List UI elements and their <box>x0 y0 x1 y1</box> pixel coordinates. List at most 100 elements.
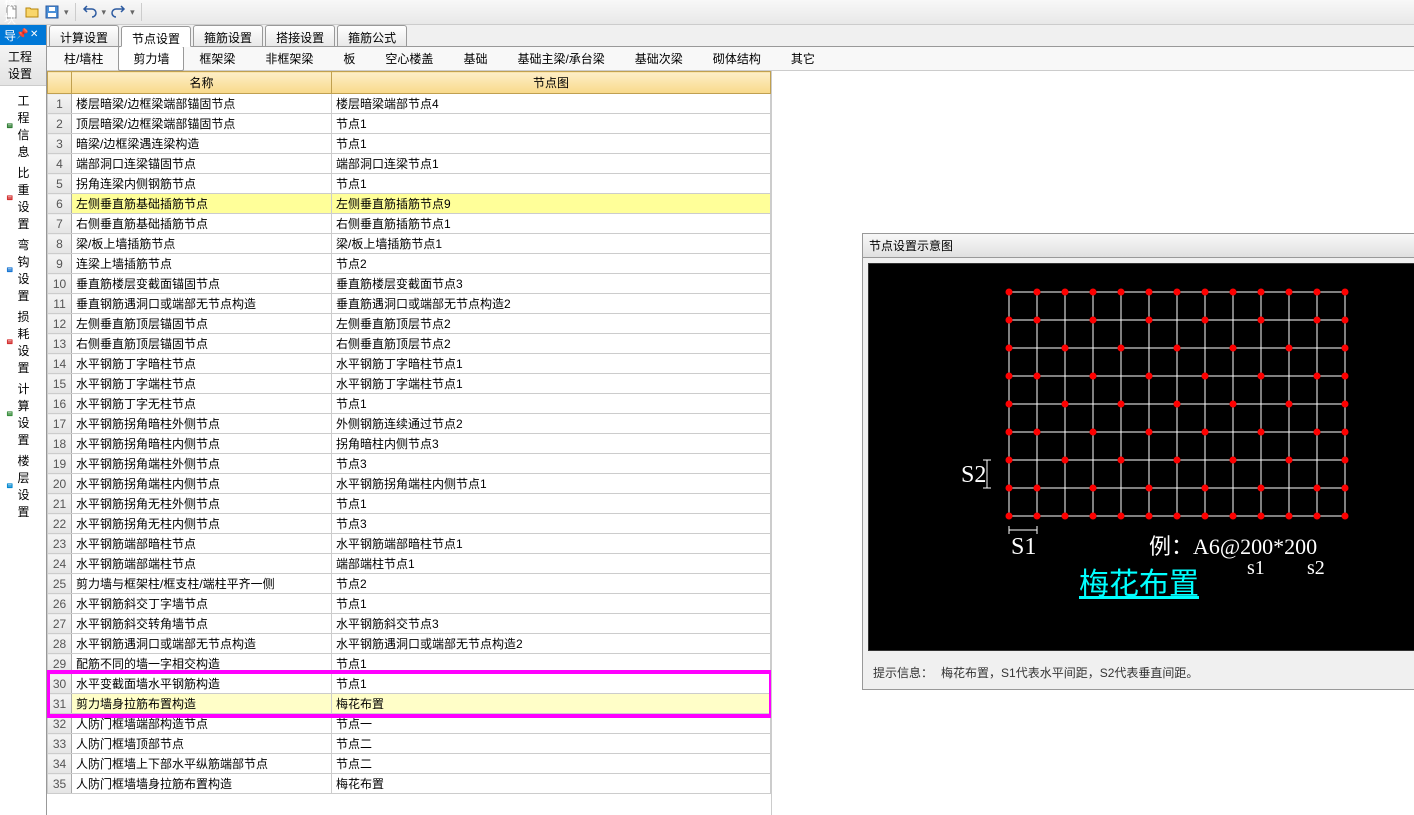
cell-name[interactable]: 水平钢筋端部暗柱节点 <box>72 534 332 554</box>
table-row[interactable]: 6左侧垂直筋基础插筋节点左侧垂直筋插筋节点9 <box>48 194 771 214</box>
table-row[interactable]: 27水平钢筋斜交转角墙节点水平钢筋斜交节点3 <box>48 614 771 634</box>
subtab-1[interactable]: 剪力墙 <box>118 46 184 71</box>
subtab-6[interactable]: 基础 <box>448 46 502 71</box>
cell-name[interactable]: 水平钢筋遇洞口或端部无节点构造 <box>72 634 332 654</box>
table-row[interactable]: 12左侧垂直筋顶层锚固节点左侧垂直筋顶层节点2 <box>48 314 771 334</box>
cell-name[interactable]: 水平钢筋拐角无柱外侧节点 <box>72 494 332 514</box>
cell-node[interactable]: 右侧垂直筋插筋节点1 <box>332 214 771 234</box>
table-row[interactable]: 15水平钢筋丁字端柱节点水平钢筋丁字端柱节点1 <box>48 374 771 394</box>
subtab-3[interactable]: 非框架梁 <box>250 46 328 71</box>
cell-name[interactable]: 暗梁/边框梁遇连梁构造 <box>72 134 332 154</box>
cell-node[interactable]: 节点一 <box>332 714 771 734</box>
table-row[interactable]: 35人防门框墙墙身拉筋布置构造梅花布置 <box>48 774 771 794</box>
cell-name[interactable]: 人防门框墙上下部水平纵筋端部节点 <box>72 754 332 774</box>
cell-node[interactable]: 梁/板上墙插筋节点1 <box>332 234 771 254</box>
cell-node[interactable]: 节点二 <box>332 754 771 774</box>
tab-2[interactable]: 箍筋设置 <box>193 25 263 46</box>
cell-name[interactable]: 垂直钢筋遇洞口或端部无节点构造 <box>72 294 332 314</box>
cell-name[interactable]: 水平钢筋拐角无柱内侧节点 <box>72 514 332 534</box>
table-row[interactable]: 18水平钢筋拐角暗柱内侧节点拐角暗柱内侧节点3 <box>48 434 771 454</box>
table-row[interactable]: 14水平钢筋丁字暗柱节点水平钢筋丁字暗柱节点1 <box>48 354 771 374</box>
cell-node[interactable]: 节点1 <box>332 394 771 414</box>
cell-node[interactable]: 水平钢筋斜交节点3 <box>332 614 771 634</box>
cell-node[interactable]: 节点3 <box>332 454 771 474</box>
table-row[interactable]: 26水平钢筋斜交丁字墙节点节点1 <box>48 594 771 614</box>
save-icon[interactable] <box>44 4 60 20</box>
cell-node[interactable]: 端部端柱节点1 <box>332 554 771 574</box>
cell-node[interactable]: 垂直筋楼层变截面节点3 <box>332 274 771 294</box>
cell-node[interactable]: 垂直筋遇洞口或端部无节点构造2 <box>332 294 771 314</box>
table-row[interactable]: 13右侧垂直筋顶层锚固节点右侧垂直筋顶层节点2 <box>48 334 771 354</box>
subtab-4[interactable]: 板 <box>328 46 370 71</box>
cell-name[interactable]: 左侧垂直筋顶层锚固节点 <box>72 314 332 334</box>
open-icon[interactable] <box>24 4 40 20</box>
nav-item-3[interactable]: 损耗设置 <box>0 306 46 378</box>
table-row[interactable]: 20水平钢筋拐角端柱内侧节点水平钢筋拐角端柱内侧节点1 <box>48 474 771 494</box>
cell-name[interactable]: 水平钢筋拐角暗柱内侧节点 <box>72 434 332 454</box>
nav-item-1[interactable]: 比重设置 <box>0 162 46 234</box>
table-row[interactable]: 17水平钢筋拐角暗柱外侧节点外侧钢筋连续通过节点2 <box>48 414 771 434</box>
cell-node[interactable]: 水平钢筋遇洞口或端部无节点构造2 <box>332 634 771 654</box>
table-row[interactable]: 5拐角连梁内侧钢筋节点节点1 <box>48 174 771 194</box>
cell-name[interactable]: 垂直筋楼层变截面锚固节点 <box>72 274 332 294</box>
cell-node[interactable]: 拐角暗柱内侧节点3 <box>332 434 771 454</box>
cell-name[interactable]: 剪力墙身拉筋布置构造 <box>72 694 332 714</box>
table-row[interactable]: 10垂直筋楼层变截面锚固节点垂直筋楼层变截面节点3 <box>48 274 771 294</box>
cell-node[interactable]: 节点1 <box>332 494 771 514</box>
table-row[interactable]: 32人防门框墙端部构造节点节点一 <box>48 714 771 734</box>
cell-name[interactable]: 水平钢筋丁字无柱节点 <box>72 394 332 414</box>
cell-node[interactable]: 节点1 <box>332 134 771 154</box>
cell-name[interactable]: 配筋不同的墙一字相交构造 <box>72 654 332 674</box>
table-row[interactable]: 8梁/板上墙插筋节点梁/板上墙插筋节点1 <box>48 234 771 254</box>
cell-name[interactable]: 水平钢筋拐角端柱外侧节点 <box>72 454 332 474</box>
pin-icon[interactable]: 📌 <box>16 29 28 41</box>
cell-node[interactable]: 水平钢筋拐角端柱内侧节点1 <box>332 474 771 494</box>
tab-3[interactable]: 搭接设置 <box>265 25 335 46</box>
cell-name[interactable]: 连梁上墙插筋节点 <box>72 254 332 274</box>
subtab-0[interactable]: 柱/墙柱 <box>49 46 118 71</box>
cell-name[interactable]: 拐角连梁内侧钢筋节点 <box>72 174 332 194</box>
close-icon[interactable]: ✕ <box>30 29 42 41</box>
cell-name[interactable]: 右侧垂直筋基础插筋节点 <box>72 214 332 234</box>
subtab-5[interactable]: 空心楼盖 <box>370 46 448 71</box>
cell-node[interactable]: 节点2 <box>332 574 771 594</box>
cell-name[interactable]: 端部洞口连梁锚固节点 <box>72 154 332 174</box>
cell-name[interactable]: 梁/板上墙插筋节点 <box>72 234 332 254</box>
cell-node[interactable]: 水平钢筋端部暗柱节点1 <box>332 534 771 554</box>
cell-node[interactable]: 节点1 <box>332 654 771 674</box>
table-row[interactable]: 19水平钢筋拐角端柱外侧节点节点3 <box>48 454 771 474</box>
tab-0[interactable]: 计算设置 <box>49 25 119 46</box>
cell-node[interactable]: 梅花布置 <box>332 694 771 714</box>
table-row[interactable]: 9连梁上墙插筋节点节点2 <box>48 254 771 274</box>
cell-name[interactable]: 人防门框墙顶部节点 <box>72 734 332 754</box>
cell-node[interactable]: 节点3 <box>332 514 771 534</box>
table-row[interactable]: 21水平钢筋拐角无柱外侧节点节点1 <box>48 494 771 514</box>
table-row[interactable]: 24水平钢筋端部端柱节点端部端柱节点1 <box>48 554 771 574</box>
nav-item-4[interactable]: 计算设置 <box>0 378 46 450</box>
cell-name[interactable]: 水平钢筋拐角暗柱外侧节点 <box>72 414 332 434</box>
subtab-2[interactable]: 框架梁 <box>184 46 250 71</box>
nav-item-2[interactable]: 弯钩设置 <box>0 234 46 306</box>
table-row[interactable]: 16水平钢筋丁字无柱节点节点1 <box>48 394 771 414</box>
redo-icon[interactable] <box>110 4 126 20</box>
cell-node[interactable]: 楼层暗梁端部节点4 <box>332 94 771 114</box>
cell-name[interactable]: 左侧垂直筋基础插筋节点 <box>72 194 332 214</box>
table-row[interactable]: 11垂直钢筋遇洞口或端部无节点构造垂直筋遇洞口或端部无节点构造2 <box>48 294 771 314</box>
table-row[interactable]: 4端部洞口连梁锚固节点端部洞口连梁节点1 <box>48 154 771 174</box>
cell-node[interactable]: 外侧钢筋连续通过节点2 <box>332 414 771 434</box>
table-row[interactable]: 33人防门框墙顶部节点节点二 <box>48 734 771 754</box>
table-row[interactable]: 25剪力墙与框架柱/框支柱/端柱平齐一侧节点2 <box>48 574 771 594</box>
cell-node[interactable]: 梅花布置 <box>332 774 771 794</box>
tab-4[interactable]: 箍筋公式 <box>337 25 407 46</box>
table-row[interactable]: 1楼层暗梁/边框梁端部锚固节点楼层暗梁端部节点4 <box>48 94 771 114</box>
cell-node[interactable]: 节点1 <box>332 594 771 614</box>
cell-node[interactable]: 节点2 <box>332 254 771 274</box>
cell-name[interactable]: 水平钢筋丁字端柱节点 <box>72 374 332 394</box>
table-row[interactable]: 2顶层暗梁/边框梁端部锚固节点节点1 <box>48 114 771 134</box>
cell-name[interactable]: 水平变截面墙水平钢筋构造 <box>72 674 332 694</box>
subtab-10[interactable]: 其它 <box>776 46 830 71</box>
subtab-7[interactable]: 基础主梁/承台梁 <box>502 46 619 71</box>
table-row[interactable]: 3暗梁/边框梁遇连梁构造节点1 <box>48 134 771 154</box>
cell-name[interactable]: 人防门框墙墙身拉筋布置构造 <box>72 774 332 794</box>
cell-node[interactable]: 水平钢筋丁字端柱节点1 <box>332 374 771 394</box>
